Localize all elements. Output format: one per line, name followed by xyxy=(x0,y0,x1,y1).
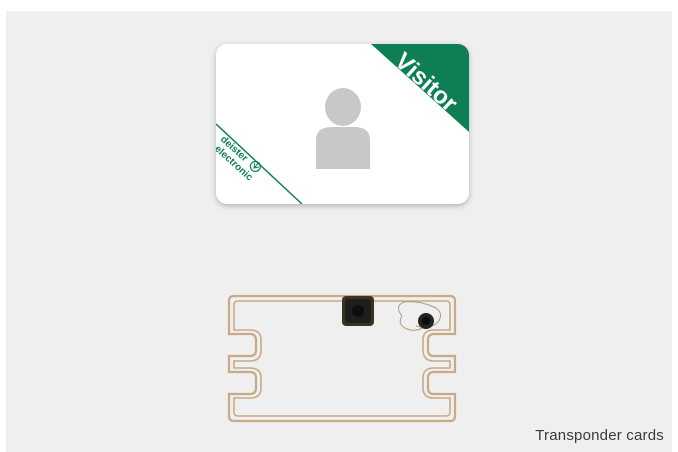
chip-module xyxy=(342,296,374,326)
transponder-inlay-graphic xyxy=(227,294,457,423)
caption-text: Transponder cards xyxy=(535,427,664,444)
wire-loop xyxy=(398,301,442,331)
visitor-card-graphic: Visitor deister electronic xyxy=(216,44,469,204)
visitor-card: Visitor deister electronic xyxy=(216,44,469,204)
person-avatar-icon xyxy=(316,88,370,169)
